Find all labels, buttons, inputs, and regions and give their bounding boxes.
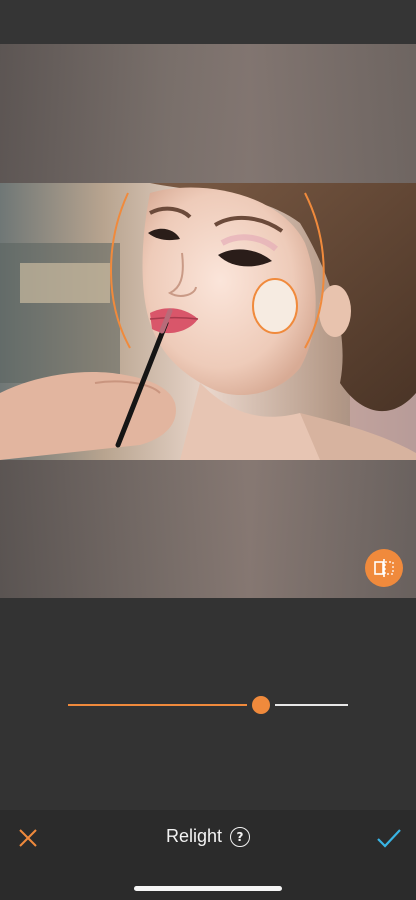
compare-button[interactable] bbox=[365, 549, 403, 587]
slider-thumb[interactable] bbox=[252, 696, 271, 714]
portrait-image bbox=[0, 183, 416, 460]
help-icon[interactable]: ? bbox=[230, 826, 251, 847]
photo-canvas[interactable] bbox=[0, 44, 416, 598]
edited-photo[interactable] bbox=[0, 183, 416, 460]
split-compare-icon bbox=[374, 559, 394, 577]
relight-screen: Relight ? bbox=[0, 0, 416, 900]
adjustment-panel bbox=[0, 598, 416, 810]
intensity-slider[interactable] bbox=[68, 696, 348, 714]
status-bar bbox=[0, 0, 416, 44]
blurred-background-top bbox=[0, 44, 416, 183]
tool-title-label: Relight bbox=[165, 826, 223, 846]
home-indicator bbox=[134, 886, 282, 891]
slider-fill bbox=[68, 704, 262, 706]
blurred-background-bottom bbox=[0, 460, 416, 598]
tool-title: Relight ? bbox=[0, 826, 416, 847]
check-icon bbox=[377, 829, 401, 848]
apply-button[interactable] bbox=[374, 824, 404, 852]
bottom-toolbar: Relight ? bbox=[0, 810, 416, 900]
